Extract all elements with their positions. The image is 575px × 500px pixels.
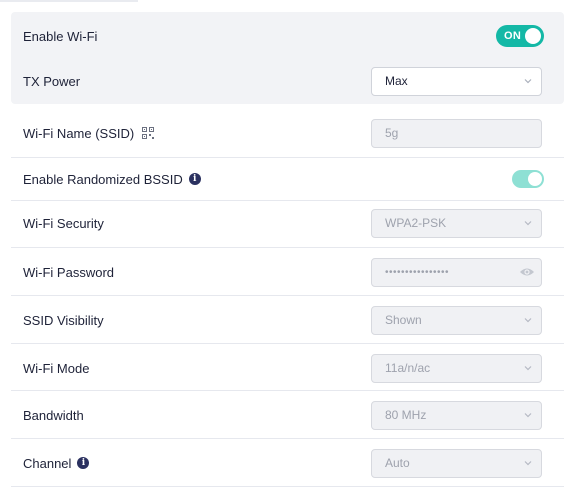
enable-wifi-toggle[interactable]: ON bbox=[496, 25, 544, 47]
password-label: Wi-Fi Password bbox=[23, 264, 115, 280]
eye-icon[interactable] bbox=[519, 266, 535, 278]
divider bbox=[11, 200, 564, 201]
enable-wifi-label: Enable Wi-Fi bbox=[23, 28, 98, 44]
toggle-knob bbox=[528, 172, 542, 186]
ssid-input[interactable]: 5g bbox=[371, 118, 542, 148]
chevron-down-icon bbox=[524, 413, 532, 418]
bandwidth-value: 80 MHz bbox=[385, 408, 427, 422]
tx-power-row: TX Power Max bbox=[11, 66, 564, 96]
random-bssid-label: Enable Randomized BSSID bbox=[23, 171, 183, 187]
ssid-label-group: Wi-Fi Name (SSID) bbox=[23, 125, 155, 141]
bandwidth-label: Bandwidth bbox=[23, 407, 84, 423]
visibility-row: SSID Visibility Shown bbox=[11, 305, 564, 335]
bandwidth-select[interactable]: 80 MHz bbox=[371, 400, 542, 430]
divider bbox=[11, 157, 564, 158]
toggle-state-text: ON bbox=[504, 30, 522, 42]
tx-power-value: Max bbox=[385, 74, 408, 88]
channel-label-group: Channel i bbox=[23, 455, 90, 471]
ssid-row: Wi-Fi Name (SSID) 5g bbox=[11, 118, 564, 148]
visibility-select[interactable]: Shown bbox=[371, 305, 542, 335]
chevron-down-icon bbox=[524, 366, 532, 371]
mode-select[interactable]: 11a/n/ac bbox=[371, 353, 542, 383]
enable-wifi-row: Enable Wi-Fi ON bbox=[11, 21, 564, 51]
divider bbox=[11, 438, 564, 439]
top-tab-strip bbox=[0, 0, 575, 3]
mode-value: 11a/n/ac bbox=[385, 361, 431, 375]
security-row: Wi-Fi Security WPA2-PSK bbox=[11, 208, 564, 238]
password-input[interactable]: •••••••••••••••• bbox=[371, 257, 542, 287]
random-bssid-row: Enable Randomized BSSID i bbox=[11, 164, 564, 194]
channel-value: Auto bbox=[385, 456, 410, 470]
info-icon[interactable]: i bbox=[77, 457, 90, 469]
visibility-label: SSID Visibility bbox=[23, 312, 104, 328]
tx-power-select[interactable]: Max bbox=[371, 66, 542, 96]
password-row: Wi-Fi Password •••••••••••••••• bbox=[11, 257, 564, 287]
security-label: Wi-Fi Security bbox=[23, 215, 104, 231]
security-select[interactable]: WPA2-PSK bbox=[371, 208, 542, 238]
info-icon[interactable]: i bbox=[188, 173, 201, 185]
ssid-label: Wi-Fi Name (SSID) bbox=[23, 125, 135, 141]
divider bbox=[11, 247, 564, 248]
divider bbox=[11, 390, 564, 391]
active-tab-indicator bbox=[0, 0, 138, 2]
ssid-value: 5g bbox=[385, 126, 399, 140]
divider bbox=[11, 343, 564, 344]
toggle-knob bbox=[525, 28, 541, 44]
tx-power-label: TX Power bbox=[23, 73, 81, 89]
bandwidth-row: Bandwidth 80 MHz bbox=[11, 400, 564, 430]
random-bssid-label-group: Enable Randomized BSSID i bbox=[23, 172, 201, 187]
chevron-down-icon bbox=[524, 79, 532, 84]
random-bssid-toggle[interactable] bbox=[512, 170, 544, 188]
chevron-down-icon bbox=[524, 318, 532, 323]
security-value: WPA2-PSK bbox=[385, 216, 447, 230]
channel-select[interactable]: Auto bbox=[371, 448, 542, 478]
divider bbox=[11, 486, 564, 487]
channel-row: Channel i Auto bbox=[11, 448, 564, 478]
visibility-value: Shown bbox=[385, 313, 422, 327]
chevron-down-icon bbox=[524, 461, 532, 466]
mode-label: Wi-Fi Mode bbox=[23, 360, 90, 376]
divider bbox=[11, 295, 564, 296]
password-value: •••••••••••••••• bbox=[385, 266, 450, 278]
qr-code-icon[interactable] bbox=[142, 127, 155, 139]
channel-label: Channel bbox=[23, 455, 72, 471]
chevron-down-icon bbox=[524, 221, 532, 226]
mode-row: Wi-Fi Mode 11a/n/ac bbox=[11, 353, 564, 383]
